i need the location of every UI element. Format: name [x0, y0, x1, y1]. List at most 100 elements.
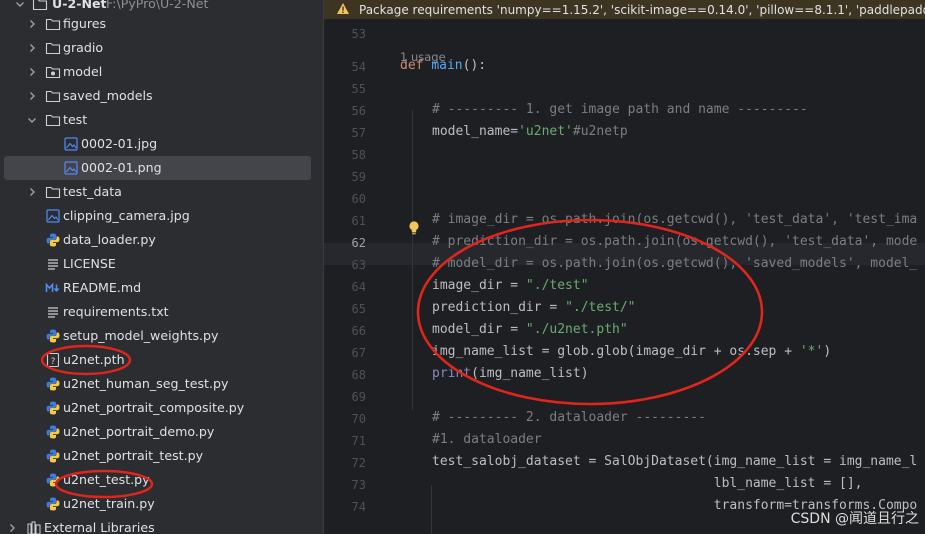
tree-item[interactable]: 0002-01.png	[0, 156, 316, 180]
project-root-name: U-2-Net	[52, 0, 107, 11]
code-editor[interactable]: Package requirements 'numpy==1.15.2', 's…	[324, 0, 925, 534]
code-line[interactable]: test_salobj_dataset = SalObjDataset(img_…	[432, 454, 917, 469]
code-line[interactable]: print(img_name_list)	[432, 366, 589, 381]
python-file-icon	[45, 472, 61, 488]
folder-icon	[32, 0, 48, 12]
code-line[interactable]: # prediction_dir = os.path.join(os.getcw…	[432, 234, 917, 249]
line-number: 62	[351, 236, 366, 250]
python-file-icon	[45, 328, 61, 344]
tree-item[interactable]: LICENSE	[0, 252, 316, 276]
tree-item[interactable]: data_loader.py	[0, 228, 316, 252]
library-icon	[26, 520, 42, 534]
panel-divider[interactable]	[316, 0, 324, 534]
tree-item-label: setup_model_weights.py	[63, 328, 219, 343]
line-number: 65	[351, 302, 366, 316]
line-number: 59	[351, 170, 366, 184]
tree-item[interactable]: test_data	[0, 180, 316, 204]
chevron-right-icon[interactable]	[26, 18, 38, 30]
tree-item-label: test	[63, 112, 88, 127]
code-line[interactable]: # --------- 1. get image path and name -…	[432, 102, 808, 117]
line-number: 56	[351, 104, 366, 118]
python-file-icon	[45, 400, 61, 416]
svg-text:?: ?	[51, 357, 56, 367]
warning-icon	[336, 2, 350, 18]
project-tree: U-2-Net F:\PyPro\U-2-Net figures gradio mo…	[0, 0, 316, 534]
tree-item[interactable]: README.md	[0, 276, 316, 300]
tree-item[interactable]: requirements.txt	[0, 300, 316, 324]
code-line[interactable]: model_dir = "./u2net.pth"	[432, 322, 628, 337]
code-line[interactable]: image_dir = "./test"	[432, 278, 589, 293]
tree-item-label: u2net_test.py	[63, 472, 150, 487]
tree-item[interactable]: saved_models	[0, 84, 316, 108]
folder-icon	[45, 40, 61, 56]
python-file-icon	[45, 448, 61, 464]
chevron-down-icon[interactable]	[14, 0, 26, 10]
tree-item[interactable]: clipping_camera.jpg	[0, 204, 316, 228]
line-number: 68	[351, 368, 366, 382]
text-file-icon	[45, 304, 61, 320]
code-line[interactable]: # image_dir = os.path.join(os.getcwd(), …	[432, 212, 917, 227]
tree-item-label: u2net_portrait_composite.py	[63, 400, 245, 415]
banner-text: Package requirements 'numpy==1.15.2', 's…	[359, 2, 925, 17]
tree-item[interactable]: u2net_train.py	[0, 492, 316, 516]
tree-item-label: clipping_camera.jpg	[63, 208, 190, 223]
code-line[interactable]: def main():	[400, 58, 486, 73]
tree-item-label: figures	[63, 16, 107, 31]
tree-item[interactable]: ? u2net.pth	[0, 348, 316, 372]
tree-item[interactable]: u2net_portrait_test.py	[0, 444, 316, 468]
lightbulb-icon[interactable]	[408, 220, 420, 240]
package-requirements-banner[interactable]: Package requirements 'numpy==1.15.2', 's…	[324, 0, 925, 19]
external-libraries-label: External Libraries	[44, 520, 155, 534]
tree-item-label: 0002-01.jpg	[81, 136, 158, 151]
chevron-right-icon[interactable]	[26, 66, 38, 78]
tree-item-label: u2net_human_seg_test.py	[63, 376, 229, 391]
tree-item-label: test_data	[63, 184, 122, 199]
tree-item[interactable]: model	[0, 60, 316, 84]
line-number: 73	[351, 478, 366, 492]
module-folder-icon	[45, 64, 61, 80]
code-line[interactable]: # --------- 2. dataloader ---------	[432, 410, 706, 425]
tree-item[interactable]: u2net_human_seg_test.py	[0, 372, 316, 396]
folder-icon	[45, 88, 61, 104]
tree-item[interactable]: u2net_test.py	[0, 468, 316, 492]
tree-item[interactable]: test	[0, 108, 316, 132]
tree-item-label: u2net.pth	[63, 352, 125, 367]
chevron-right-icon[interactable]	[26, 90, 38, 102]
code-line[interactable]: # model_dir = os.path.join(os.getcwd(), …	[432, 256, 917, 271]
markdown-file-icon	[45, 280, 61, 296]
code-line[interactable]: #1. dataloader	[432, 432, 542, 447]
code-line[interactable]: lbl_name_list = [],	[432, 476, 863, 491]
tree-item[interactable]: figures	[0, 12, 316, 36]
tree-item[interactable]: gradio	[0, 36, 316, 60]
chevron-right-icon[interactable]	[26, 186, 38, 198]
tree-item-label: data_loader.py	[63, 232, 156, 247]
image-file-icon	[63, 160, 79, 176]
tree-item-label: u2net_portrait_demo.py	[63, 424, 215, 439]
line-number: 70	[351, 412, 366, 426]
folder-icon	[45, 16, 61, 32]
line-number: 55	[351, 82, 366, 96]
tree-item[interactable]: setup_model_weights.py	[0, 324, 316, 348]
chevron-right-icon[interactable]	[26, 42, 38, 54]
code-line[interactable]: prediction_dir = "./test/"	[432, 300, 636, 315]
watermark: CSDN @闻道且行之	[790, 511, 919, 527]
tree-item[interactable]: u2net_portrait_demo.py	[0, 420, 316, 444]
line-number: 60	[351, 192, 366, 206]
code-line[interactable]: img_name_list = glob.glob(image_dir + os…	[432, 344, 831, 359]
tree-item-label: saved_models	[63, 88, 153, 103]
line-number: 74	[351, 500, 366, 514]
line-number: 71	[351, 434, 366, 448]
folder-icon	[45, 112, 61, 128]
project-root-path: F:\PyPro\U-2-Net	[106, 0, 209, 11]
image-file-icon	[63, 136, 79, 152]
chevron-down-icon[interactable]	[26, 114, 38, 126]
code-line[interactable]: model_name='u2net'#u2netp	[432, 124, 628, 139]
external-libraries[interactable]: External Libraries	[0, 516, 316, 534]
tree-item[interactable]: u2net_portrait_composite.py	[0, 396, 316, 420]
tree-item-label: u2net_train.py	[63, 496, 155, 511]
python-file-icon	[45, 232, 61, 248]
python-file-icon	[45, 376, 61, 392]
chevron-right-icon[interactable]	[6, 522, 18, 534]
tree-item[interactable]: 0002-01.jpg	[0, 132, 316, 156]
unknown-file-icon: ?	[45, 352, 61, 368]
